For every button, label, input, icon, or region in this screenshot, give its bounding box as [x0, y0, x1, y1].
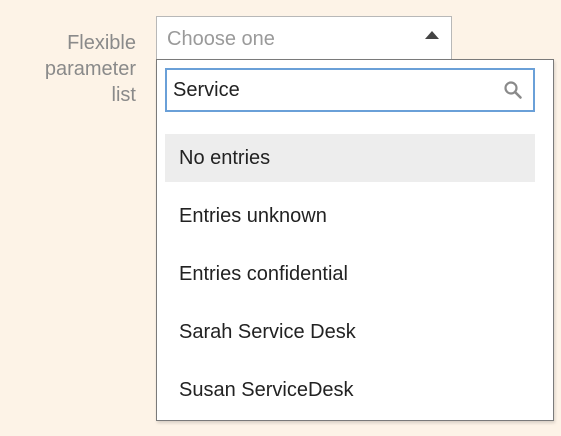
search-input[interactable] — [167, 70, 487, 110]
dropdown-panel: No entries Entries unknown Entries confi… — [156, 59, 554, 421]
option-no-entries[interactable]: No entries — [165, 134, 535, 182]
options-list: No entries Entries unknown Entries confi… — [165, 134, 535, 424]
chevron-up-icon[interactable] — [425, 31, 439, 39]
search-box[interactable] — [165, 68, 535, 112]
select-placeholder: Choose one — [167, 28, 275, 50]
option-sarah-service-desk[interactable]: Sarah Service Desk — [165, 308, 535, 356]
option-entries-unknown[interactable]: Entries unknown — [165, 192, 535, 240]
option-susan-servicedesk[interactable]: Susan ServiceDesk — [165, 366, 535, 414]
field-label-line: list — [111, 84, 136, 106]
parameter-select[interactable]: Choose one — [156, 16, 452, 60]
search-icon[interactable] — [503, 80, 523, 100]
field-label: Flexible parameter list — [8, 30, 136, 108]
option-entries-confidential[interactable]: Entries confidential — [165, 250, 535, 298]
field-label-line: parameter — [44, 58, 136, 80]
field-label-line: Flexible — [67, 32, 136, 54]
